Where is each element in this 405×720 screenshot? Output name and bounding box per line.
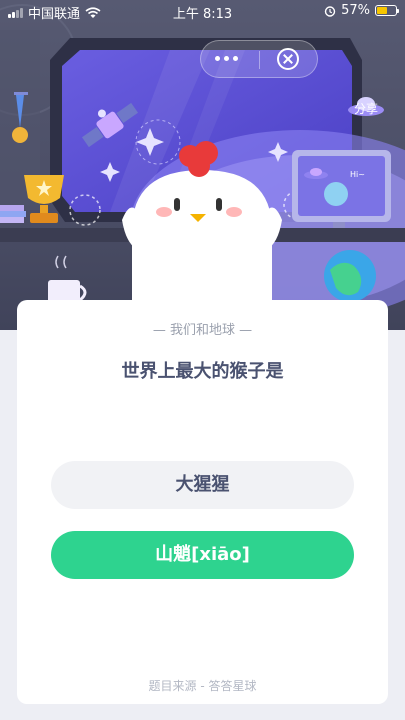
battery-percent: 57% — [341, 3, 370, 18]
battery-icon — [375, 5, 399, 16]
monitor-bubble: Hi~ — [350, 170, 365, 179]
capsule-divider — [259, 51, 260, 69]
share-button[interactable]: 分享 — [344, 100, 388, 117]
answer-option-b[interactable]: 山魈[xiāo] — [51, 531, 354, 579]
status-bar: 中国联通 上午 8:13 57% — [0, 0, 405, 22]
close-circle-icon[interactable] — [277, 48, 299, 70]
quiz-category: — 我们和地球 — — [152, 323, 253, 338]
quiz-question: 世界上最大的猴子是 — [121, 361, 284, 382]
answer-option-a[interactable]: 大猩猩 — [51, 461, 354, 509]
question-source: 题目来源 - 答答星球 — [148, 679, 257, 693]
alarm-icon — [324, 5, 336, 17]
chicken-mascot-icon — [122, 141, 282, 310]
more-dots-icon[interactable] — [215, 56, 238, 61]
share-label: 分享 — [353, 102, 378, 116]
quiz-card: — 我们和地球 — 世界上最大的猴子是 大猩猩 山魈[xiāo] 题目来源 - … — [17, 300, 388, 704]
mini-program-capsule — [200, 40, 318, 78]
